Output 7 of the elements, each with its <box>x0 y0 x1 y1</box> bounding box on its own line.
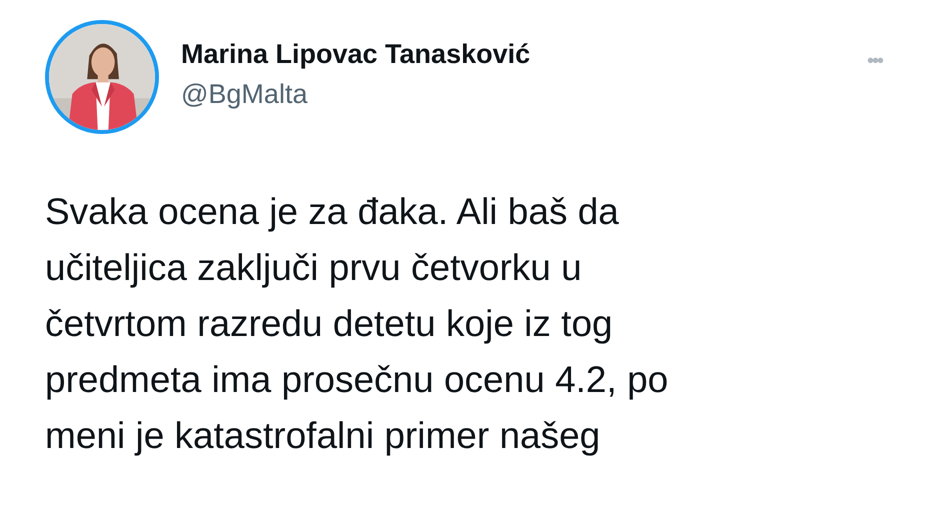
tweet-text-line: učiteljica zaključi prvu četvorku u <box>45 246 583 290</box>
tweet-text-line: meni je katastrofalni primer našeg <box>45 414 602 458</box>
author-name[interactable]: Marina Lipovac Tanasković <box>181 38 530 72</box>
tweet-text-line: četvrtom razredu detetu koje iz tog <box>45 302 614 346</box>
tweet-text-line: predmeta ima prosečnu ocenu 4.2, po <box>45 358 670 402</box>
author-handle[interactable]: @BgMalta <box>181 78 530 112</box>
tweet-text-line: Svaka ocena je za đaka. Ali baš da <box>45 190 620 234</box>
